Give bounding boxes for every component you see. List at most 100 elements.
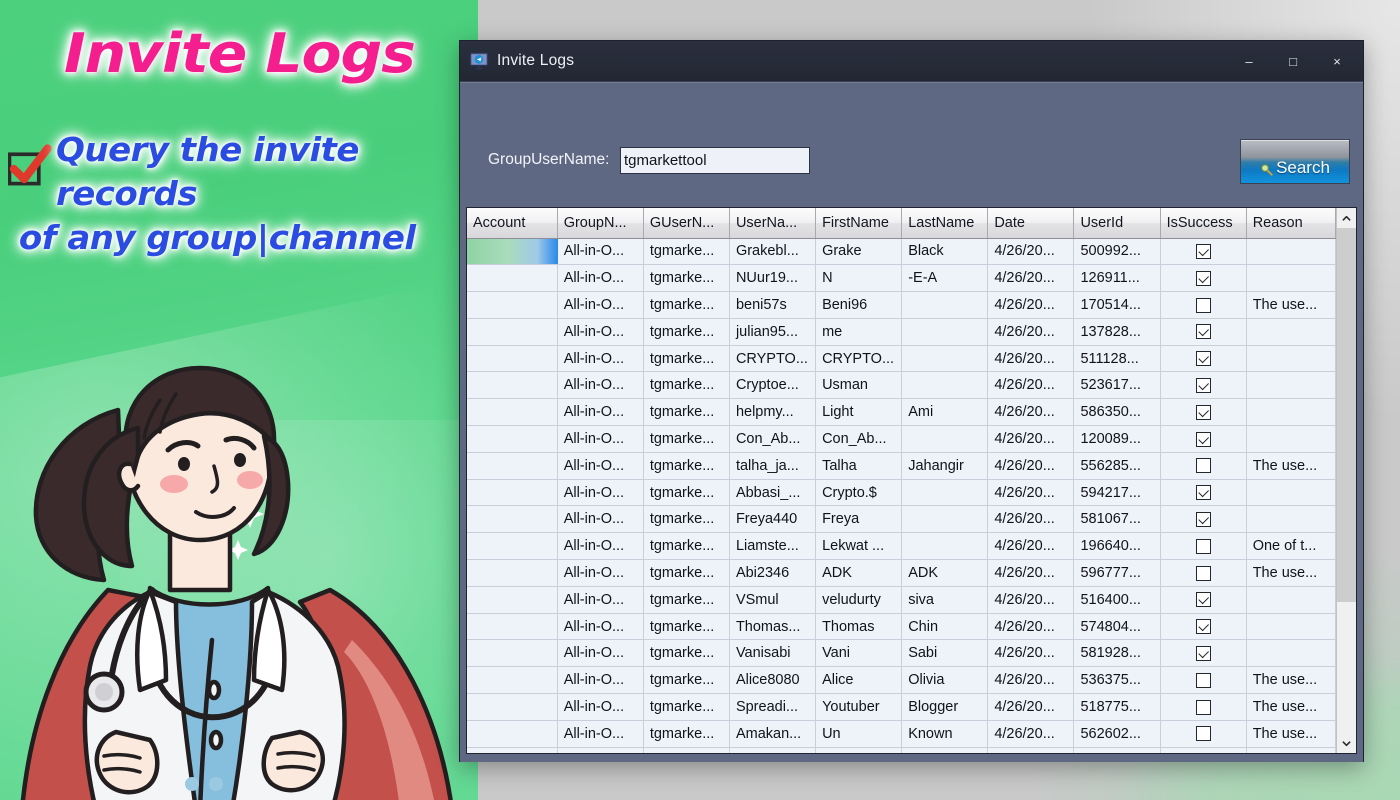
cell-first[interactable]: veludurty: [815, 586, 903, 614]
cell-first[interactable]: Youtuber: [815, 693, 903, 721]
cell-date[interactable]: 4/26/20...: [987, 345, 1075, 373]
cell-is-success[interactable]: [1160, 586, 1247, 614]
cell-group[interactable]: All-in-O...: [557, 371, 644, 400]
cell-last[interactable]: Sabi: [901, 639, 989, 668]
cell-uname[interactable]: Alice8080: [729, 666, 817, 695]
cell-uname[interactable]: Tasfiya53: [729, 747, 817, 753]
cell-first[interactable]: me: [815, 318, 903, 346]
cell-is-success[interactable]: [1160, 666, 1247, 695]
table-row[interactable]: All-in-O... tgmarke... Liamste... Lekwat ..…: [467, 532, 1337, 561]
table-row[interactable]: All-in-O... tgmarke... helpmy... Light Ami 4/…: [467, 398, 1337, 427]
cell-is-success[interactable]: [1160, 693, 1247, 721]
table-row[interactable]: All-in-O... tgmarke... Abi2346 ADK ADK 4/26/2…: [467, 559, 1337, 587]
cell-date[interactable]: 4/26/20...: [987, 398, 1075, 427]
table-row[interactable]: All-in-O... tgmarke... Thomas... Thomas Chin…: [467, 613, 1337, 641]
cell-is-success[interactable]: [1160, 479, 1247, 507]
grid-column-header[interactable]: GUserN...: [643, 208, 730, 239]
cell-guser[interactable]: tgmarke...: [643, 532, 730, 561]
cell-is-success[interactable]: [1160, 532, 1247, 561]
table-row[interactable]: All-in-O... tgmarke... Alice8080 Alice Olivi…: [467, 666, 1337, 695]
cell-guser[interactable]: tgmarke...: [643, 559, 730, 587]
checkbox-unchecked-icon[interactable]: [1195, 672, 1211, 688]
vertical-scrollbar[interactable]: [1336, 208, 1356, 753]
cell-group[interactable]: All-in-O...: [557, 452, 644, 480]
cell-reason[interactable]: [1246, 398, 1337, 427]
cell-uname[interactable]: Freya440: [729, 505, 817, 534]
cell-uname[interactable]: Vanisabi: [729, 639, 817, 668]
cell-first[interactable]: ADK: [815, 559, 903, 587]
cell-first[interactable]: Lekwat ...: [815, 532, 903, 561]
cell-account[interactable]: [467, 291, 558, 319]
cell-first[interactable]: Usman: [815, 371, 903, 400]
cell-account[interactable]: [467, 479, 558, 507]
close-button[interactable]: ×: [1315, 47, 1359, 77]
cell-guser[interactable]: tgmarke...: [643, 586, 730, 614]
cell-uname[interactable]: Cryptoe...: [729, 371, 817, 400]
cell-last[interactable]: [901, 371, 989, 400]
cell-account[interactable]: [467, 371, 558, 400]
cell-userid[interactable]: 596777...: [1073, 559, 1161, 587]
cell-uname[interactable]: julian95...: [729, 318, 817, 346]
cell-date[interactable]: 4/26/20...: [987, 747, 1075, 753]
cell-date[interactable]: 4/26/20...: [987, 238, 1075, 266]
cell-date[interactable]: 4/26/20...: [987, 559, 1075, 587]
cell-uname[interactable]: Con_Ab...: [729, 425, 817, 453]
cell-account[interactable]: [467, 532, 558, 561]
scroll-down-button[interactable]: [1337, 733, 1356, 753]
cell-is-success[interactable]: [1160, 371, 1247, 400]
checkbox-checked-icon[interactable]: [1195, 619, 1211, 635]
cell-guser[interactable]: tgmarke...: [643, 318, 730, 346]
cell-reason[interactable]: The use...: [1246, 720, 1337, 748]
cell-uname[interactable]: Liamste...: [729, 532, 817, 561]
checkbox-checked-icon[interactable]: [1195, 324, 1211, 340]
cell-group[interactable]: All-in-O...: [557, 264, 644, 293]
cell-userid[interactable]: 120089...: [1073, 425, 1161, 453]
table-row[interactable]: All-in-O... tgmarke... Amakan... Un Known 4/2…: [467, 720, 1337, 748]
cell-last[interactable]: Blogger: [901, 693, 989, 721]
cell-last[interactable]: Black: [901, 238, 989, 266]
cell-guser[interactable]: tgmarke...: [643, 291, 730, 319]
cell-first[interactable]: Thomas: [815, 613, 903, 641]
cell-is-success[interactable]: [1160, 720, 1247, 748]
cell-is-success[interactable]: [1160, 291, 1247, 319]
cell-is-success[interactable]: [1160, 318, 1247, 346]
cell-is-success[interactable]: [1160, 452, 1247, 480]
cell-uname[interactable]: Grakebl...: [729, 238, 817, 266]
cell-uname[interactable]: Spreadi...: [729, 693, 817, 721]
cell-first[interactable]: Freya: [815, 505, 903, 534]
cell-date[interactable]: 4/26/20...: [987, 639, 1075, 668]
cell-userid[interactable]: 518775...: [1073, 693, 1161, 721]
grid-column-header[interactable]: UserNa...: [729, 208, 817, 239]
cell-guser[interactable]: tgmarke...: [643, 425, 730, 453]
cell-reason[interactable]: [1246, 264, 1337, 293]
cell-account[interactable]: [467, 613, 558, 641]
grid-column-header[interactable]: Account: [467, 208, 558, 239]
checkbox-checked-icon[interactable]: [1195, 270, 1211, 286]
checkbox-checked-icon[interactable]: [1195, 404, 1211, 420]
cell-uname[interactable]: Thomas...: [729, 613, 817, 641]
cell-group[interactable]: All-in-O...: [557, 720, 644, 748]
cell-first[interactable]: Un: [815, 720, 903, 748]
cell-is-success[interactable]: [1160, 345, 1247, 373]
cell-is-success[interactable]: [1160, 639, 1247, 668]
cell-userid[interactable]: 594217...: [1073, 479, 1161, 507]
cell-account[interactable]: [467, 318, 558, 346]
cell-date[interactable]: 4/26/20...: [987, 291, 1075, 319]
cell-first[interactable]: Alice: [815, 666, 903, 695]
cell-guser[interactable]: tgmarke...: [643, 720, 730, 748]
cell-account[interactable]: [467, 586, 558, 614]
cell-userid[interactable]: 586350...: [1073, 398, 1161, 427]
checkbox-checked-icon[interactable]: [1195, 351, 1211, 367]
cell-reason[interactable]: The use...: [1246, 559, 1337, 587]
table-row[interactable]: All-in-O... tgmarke... Spreadi... Youtuber B…: [467, 693, 1337, 721]
table-row[interactable]: All-in-O... tgmarke... Freya440 Freya 4/26/2…: [467, 505, 1337, 534]
cell-last[interactable]: [901, 291, 989, 319]
checkbox-unchecked-icon[interactable]: [1195, 538, 1211, 554]
cell-userid[interactable]: 581928...: [1073, 639, 1161, 668]
cell-first[interactable]: Grake: [815, 238, 903, 266]
cell-reason[interactable]: [1246, 345, 1337, 373]
grid-column-header[interactable]: Reason: [1246, 208, 1337, 239]
cell-last[interactable]: ADK: [901, 559, 989, 587]
cell-is-success[interactable]: [1160, 425, 1247, 453]
cell-guser[interactable]: tgmarke...: [643, 613, 730, 641]
